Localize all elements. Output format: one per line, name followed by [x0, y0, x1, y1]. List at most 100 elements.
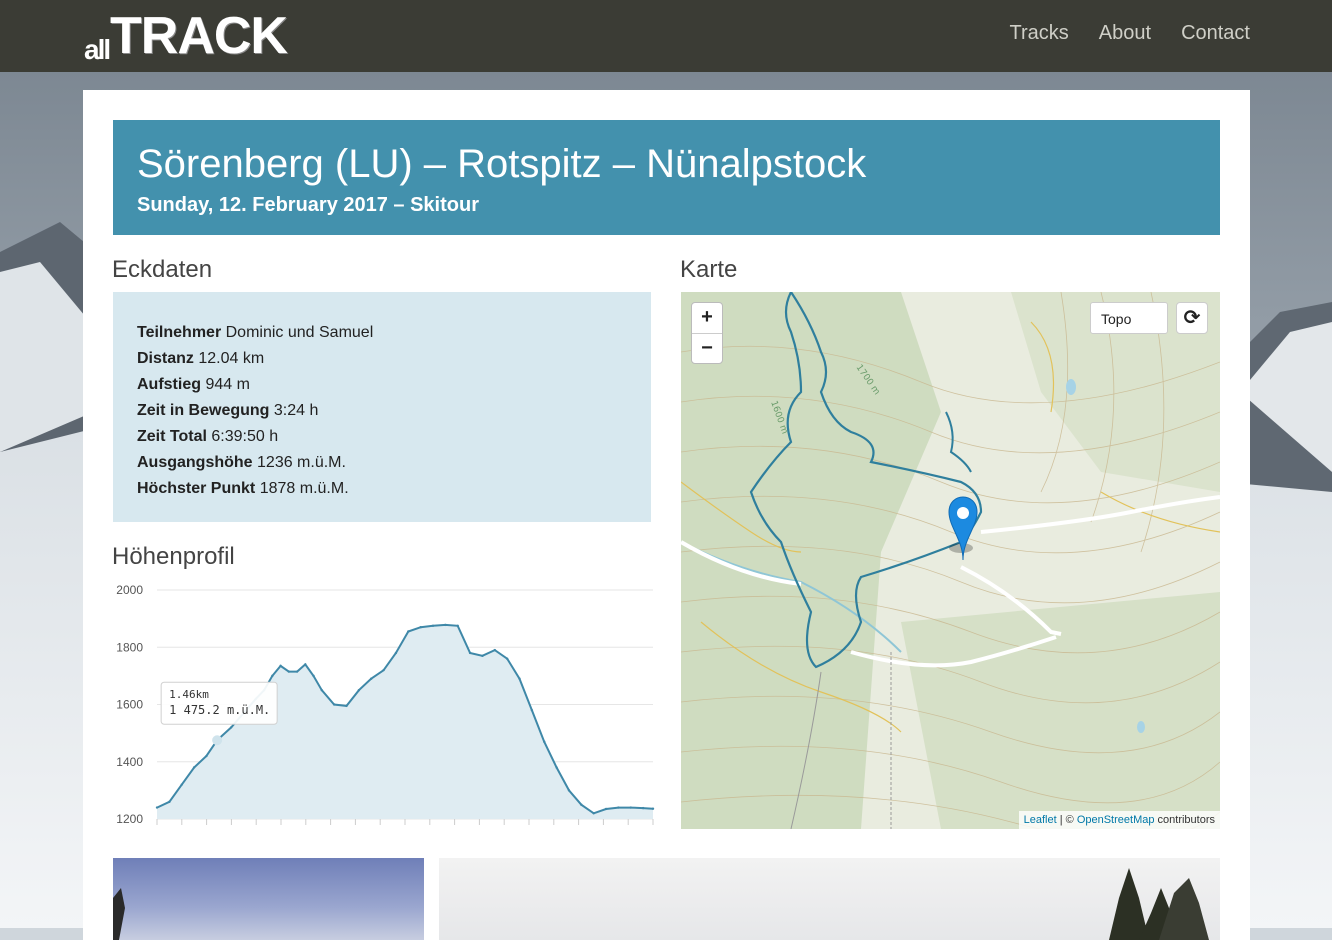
map-attribution: Leaflet | © OpenStreetMap contributors: [1018, 811, 1220, 829]
elevation-point[interactable]: [543, 740, 546, 743]
fact-item: Teilnehmer Dominic und Samuel: [137, 320, 373, 346]
forest-area: [901, 592, 1220, 829]
fact-value: 3:24 h: [273, 402, 319, 419]
fact-label: Ausgangshöhe: [137, 454, 253, 471]
elevation-point[interactable]: [493, 648, 497, 652]
elevation-point[interactable]: [180, 783, 183, 786]
map-panel[interactable]: 1600 m 1700 m + − Topo ⟳ Leaflet | © Ope…: [681, 292, 1220, 829]
main-nav: Tracks About Contact: [1010, 22, 1250, 45]
elevation-chart[interactable]: 2000 1800 1600 1400 1200 1.46km 1 475.2 m.ü.M.: [105, 578, 655, 828]
fact-label: Distanz: [137, 350, 194, 367]
nav-about[interactable]: About: [1099, 22, 1151, 45]
elevation-point[interactable]: [312, 674, 315, 678]
leaflet-link[interactable]: Leaflet: [1024, 814, 1057, 826]
elevation-point[interactable]: [155, 806, 159, 809]
elevation-point[interactable]: [567, 789, 571, 792]
fact-item: Ausgangshöhe 1236 m.ü.M.: [137, 450, 373, 476]
elevation-point[interactable]: [304, 663, 307, 666]
elevation-point[interactable]: [271, 674, 274, 678]
elevation-point[interactable]: [505, 657, 509, 660]
fact-item: Höchster Punkt 1878 m.ü.M.: [137, 476, 373, 502]
elevation-point[interactable]: [419, 626, 422, 629]
y-tick-label: 1200: [116, 812, 143, 826]
elevation-point[interactable]: [481, 654, 484, 658]
content-card: Sörenberg (LU) – Rotspitz – Nünalpstock …: [83, 90, 1250, 940]
hover-point: [212, 735, 223, 746]
map-heading: Karte: [680, 256, 738, 283]
tooltip-y-label: 1 475.2 m.ü.M.: [169, 703, 270, 717]
track-title: Sörenberg (LU) – Rotspitz – Nünalpstock: [137, 142, 867, 186]
topo-map: 1600 m 1700 m: [681, 292, 1220, 829]
fact-item: Zeit Total 6:39:50 h: [137, 424, 373, 450]
osm-link[interactable]: OpenStreetMap: [1077, 814, 1155, 826]
elevation-point[interactable]: [287, 670, 291, 673]
y-tick-label: 1800: [116, 640, 143, 654]
profile-heading: Höhenprofil: [112, 543, 235, 570]
y-tick-label: 2000: [116, 583, 143, 597]
logo-text: TRACK: [110, 7, 288, 65]
fact-label: Aufstieg: [137, 376, 201, 393]
nav-tracks[interactable]: Tracks: [1010, 22, 1069, 45]
fact-value: 12.04 km: [198, 350, 265, 367]
fact-label: Teilnehmer: [137, 324, 222, 341]
elevation-point[interactable]: [468, 651, 472, 655]
nav-contact[interactable]: Contact: [1181, 22, 1250, 45]
fact-label: Zeit in Bewegung: [137, 402, 270, 419]
facts-heading: Eckdaten: [112, 256, 213, 283]
elevation-chart-svg: 2000 1800 1600 1400 1200 1.46km 1 475.2 m.ü.M.: [116, 583, 655, 826]
elevation-point[interactable]: [592, 812, 595, 815]
track-header: Sörenberg (LU) – Rotspitz – Nünalpstock …: [113, 120, 1220, 235]
elevation-point[interactable]: [629, 806, 632, 809]
fact-value: 1236 m.ü.M.: [257, 454, 346, 471]
elevation-point[interactable]: [320, 688, 323, 692]
fact-value: 6:39:50 h: [211, 428, 279, 445]
elevation-point[interactable]: [651, 807, 655, 810]
track-subtitle: Sunday, 12. February 2017 – Skitour: [137, 194, 479, 216]
elevation-point[interactable]: [580, 803, 583, 806]
logo-small-text: all: [84, 34, 111, 65]
elevation-point[interactable]: [394, 651, 398, 655]
elevation-point[interactable]: [518, 677, 521, 680]
fact-value: 1878 m.ü.M.: [259, 480, 349, 497]
elevation-point[interactable]: [641, 806, 645, 810]
fact-label: Höchster Punkt: [137, 480, 256, 497]
y-tick-label: 1600: [116, 698, 143, 712]
map-layer-select[interactable]: Topo: [1090, 302, 1168, 334]
elevation-point[interactable]: [530, 709, 534, 712]
refresh-icon[interactable]: ⟳: [1176, 302, 1208, 334]
elevation-point[interactable]: [431, 624, 435, 627]
fact-item: Distanz 12.04 km: [137, 346, 373, 372]
zoom-out-button[interactable]: −: [692, 333, 722, 364]
elevation-point[interactable]: [382, 668, 385, 672]
attribution-tail: contributors: [1154, 814, 1215, 826]
fact-item: Aufstieg 944 m: [137, 372, 373, 398]
elevation-point[interactable]: [168, 800, 171, 804]
elevation-point[interactable]: [407, 630, 410, 633]
elevation-point[interactable]: [192, 766, 196, 769]
elevation-point[interactable]: [205, 754, 208, 758]
elevation-point[interactable]: [295, 670, 299, 673]
zoom-control: + −: [691, 302, 723, 364]
elevation-point[interactable]: [345, 704, 348, 708]
elevation-point[interactable]: [444, 623, 447, 627]
fact-label: Zeit Total: [137, 428, 207, 445]
attribution-separator: | ©: [1056, 814, 1077, 826]
elevation-point[interactable]: [617, 806, 620, 809]
navbar: all TRACK Tracks About Contact: [0, 0, 1332, 72]
elevation-point[interactable]: [357, 688, 361, 692]
elevation-point[interactable]: [370, 677, 373, 680]
elevation-point[interactable]: [279, 664, 282, 668]
elevation-point[interactable]: [332, 703, 336, 706]
fact-item: Zeit in Bewegung 3:24 h: [137, 398, 373, 424]
elevation-point[interactable]: [456, 624, 459, 627]
fact-value: 944 m: [205, 376, 250, 393]
elevation-point[interactable]: [229, 726, 233, 729]
zoom-in-button[interactable]: +: [692, 303, 722, 333]
elevation-point[interactable]: [604, 807, 608, 811]
fact-value: Dominic und Samuel: [225, 324, 374, 341]
elevation-point[interactable]: [555, 766, 558, 769]
y-tick-label: 1400: [116, 755, 143, 769]
tooltip-x-label: 1.46km: [169, 688, 209, 701]
facts-list: Teilnehmer Dominic und Samuel Distanz 12…: [137, 320, 373, 502]
logo[interactable]: all TRACK: [84, 7, 314, 65]
